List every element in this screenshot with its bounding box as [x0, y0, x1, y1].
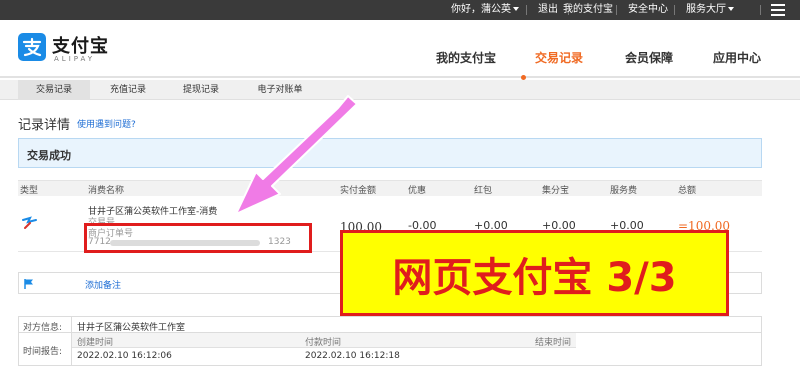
col-total: 总额: [678, 186, 697, 196]
tab-withdraw[interactable]: 提现记录: [165, 80, 237, 100]
chevron-down-icon: [728, 7, 734, 11]
col-fee: 服务费: [610, 186, 638, 196]
menu-icon[interactable]: [771, 4, 785, 16]
step-banner: 网页支付宝 3/3: [340, 230, 729, 316]
info-panel: 对方信息: 甘井子区蒲公英软件工作室 时间报告: 创建时间 付款时间 结束时间 …: [18, 316, 762, 366]
tab-transactions[interactable]: 交易记录: [18, 80, 90, 100]
page: 你好，蒲公英 退出 我的支付宝 安全中心 服务大厅 支付宝 ALIPAY 我的支…: [0, 0, 800, 390]
highlight-box: [84, 223, 312, 253]
help-link[interactable]: 使用遇到问题?: [77, 117, 136, 130]
col-type: 类型: [20, 186, 39, 196]
paid-time-value: 2022.02.10 16:12:18: [305, 351, 400, 361]
status-text: 交易成功: [27, 149, 71, 162]
page-title: 记录详情: [18, 118, 71, 133]
time-report-label: 时间报告:: [23, 347, 63, 357]
flag-icon: [24, 279, 33, 289]
col-redpacket: 红包: [474, 186, 493, 196]
created-time-value: 2022.02.10 16:12:06: [77, 351, 172, 361]
tab-statement[interactable]: 电子对账单: [238, 80, 322, 100]
service-hall-menu[interactable]: 服务大厅: [686, 0, 734, 20]
col-name: 消费名称: [88, 186, 125, 196]
counterparty-label: 对方信息:: [23, 323, 63, 333]
banner-text: 网页支付宝 3/3: [392, 255, 677, 301]
my-alipay-link[interactable]: 我的支付宝: [563, 0, 613, 20]
nav-member-protection[interactable]: 会员保障: [625, 49, 673, 66]
security-center-link[interactable]: 安全中心: [628, 0, 668, 20]
col-discount: 优惠: [408, 186, 427, 196]
counterparty-value: 甘井子区蒲公英软件工作室: [77, 323, 186, 333]
sub-tabs: 交易记录 充值记录 提现记录 电子对账单: [0, 80, 800, 100]
logout-link[interactable]: 退出: [538, 0, 558, 20]
logo-subtext: ALIPAY: [54, 55, 96, 63]
status-panel: 交易成功: [18, 138, 762, 168]
nav-transactions[interactable]: 交易记录: [535, 49, 583, 66]
nav-app-center[interactable]: 应用中心: [713, 49, 761, 66]
col-paid: 实付金额: [340, 186, 377, 196]
top-bar: 你好，蒲公英 退出 我的支付宝 安全中心 服务大厅: [0, 0, 800, 20]
user-greeting[interactable]: 你好，蒲公英: [451, 0, 519, 20]
transfer-icon: [22, 216, 37, 229]
paid-time-label: 付款时间: [305, 338, 342, 348]
header: 支付宝 ALIPAY 我的支付宝 交易记录 会员保障 应用中心: [0, 20, 800, 80]
alipay-logo-icon[interactable]: [18, 33, 46, 61]
col-points: 集分宝: [542, 186, 570, 196]
chevron-down-icon: [513, 7, 519, 11]
nav-my-alipay[interactable]: 我的支付宝: [436, 49, 496, 66]
table-header: 类型 消费名称 实付金额 优惠 红包 集分宝 服务费 总额: [18, 180, 762, 196]
service-hall-label: 服务大厅: [686, 4, 726, 15]
add-note-link[interactable]: 添加备注: [85, 278, 121, 291]
created-time-label: 创建时间: [77, 338, 114, 348]
tab-recharge[interactable]: 充值记录: [92, 80, 164, 100]
greeting-text: 你好，蒲公英: [451, 4, 511, 15]
finished-time-label: 结束时间: [535, 338, 572, 348]
